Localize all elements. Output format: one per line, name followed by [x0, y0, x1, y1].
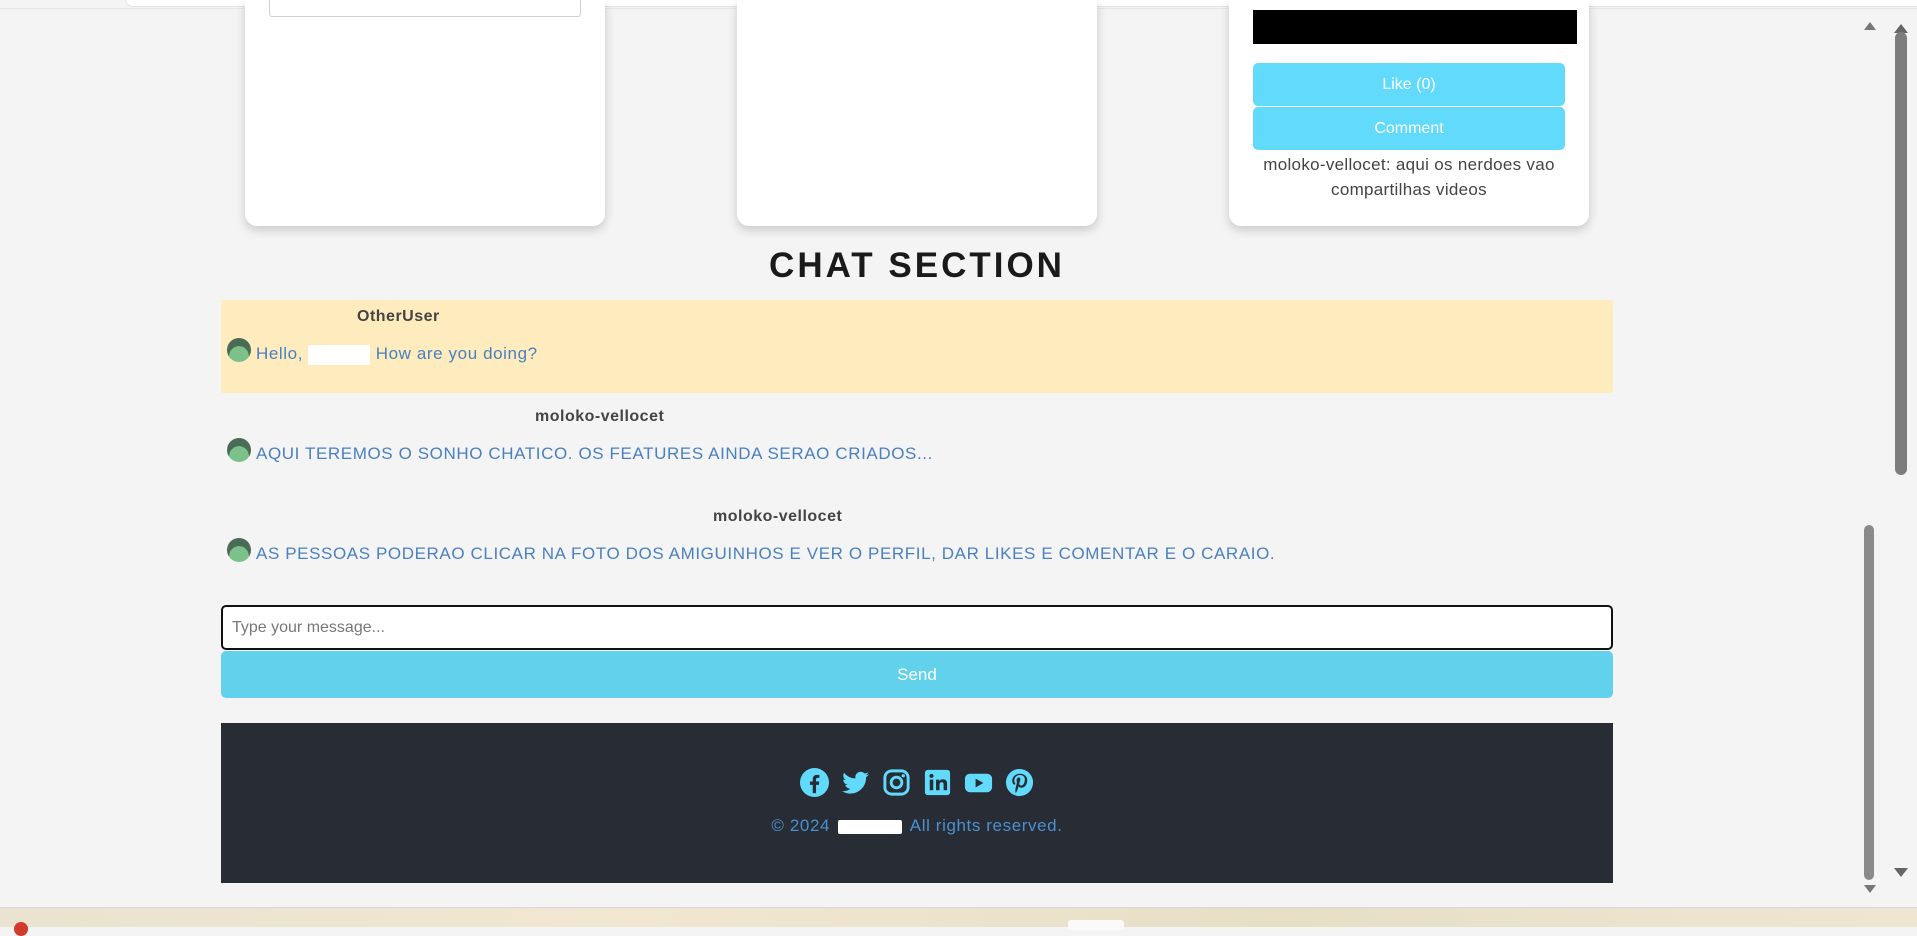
- youtube-icon[interactable]: [963, 767, 994, 798]
- window-scrollbar[interactable]: [1888, 12, 1912, 885]
- page-scrollbar[interactable]: [1858, 12, 1880, 907]
- message-sender: OtherUser: [357, 308, 440, 325]
- video-post-card: Like (0) Comment moloko-vellocet: aqui o…: [1229, 0, 1589, 226]
- message-sender: moloko-vellocet: [713, 508, 843, 525]
- instagram-icon[interactable]: [881, 767, 912, 798]
- avatar[interactable]: [227, 338, 251, 362]
- avatar[interactable]: [227, 438, 251, 462]
- video-player[interactable]: [1253, 10, 1577, 44]
- chat-message-input[interactable]: [221, 605, 1613, 650]
- like-button[interactable]: Like (0): [1253, 63, 1565, 106]
- chat-section-title: CHAT SECTION: [769, 246, 1065, 285]
- window-scrollbar-thumb[interactable]: [1895, 32, 1907, 475]
- notification-dot-icon[interactable]: [14, 922, 28, 936]
- twitter-icon[interactable]: [840, 767, 871, 798]
- message-text-after: How are you doing?: [370, 344, 538, 363]
- site-footer: © 2024 All rights reserved.: [221, 723, 1613, 883]
- pinterest-icon[interactable]: [1004, 767, 1035, 798]
- linkedin-icon[interactable]: [922, 767, 953, 798]
- message-text-before: Hello,: [256, 344, 309, 363]
- copyright-prefix: © 2024: [771, 816, 836, 835]
- post-card-2: [737, 0, 1097, 226]
- send-button[interactable]: Send: [221, 651, 1613, 698]
- post-card-1: [245, 0, 605, 226]
- chat-message: OtherUser Hello, How are you doing?: [221, 300, 1613, 393]
- redacted-site-name: [838, 819, 903, 834]
- message-text: Hello, How are you doing?: [256, 344, 538, 365]
- post-caption: moloko-vellocet: aqui os nerdoes vao com…: [1263, 155, 1555, 199]
- scrollbar-thumb[interactable]: [1864, 525, 1874, 880]
- scroll-down-arrow-icon[interactable]: [1864, 885, 1876, 893]
- chat-message: moloko-vellocet AQUI TEREMOS O SONHO CHA…: [221, 400, 1613, 493]
- facebook-icon[interactable]: [799, 767, 830, 798]
- taskbar-chip[interactable]: [1068, 920, 1124, 930]
- message-text: AS PESSOAS PODERAO CLICAR NA FOTO DOS AM…: [256, 544, 1276, 563]
- page-viewport: Like (0) Comment moloko-vellocet: aqui o…: [0, 0, 1917, 907]
- message-text: AQUI TEREMOS O SONHO CHATICO. OS FEATURE…: [256, 444, 933, 463]
- taskbar-strip: [0, 907, 1917, 936]
- card-input-field[interactable]: [269, 0, 581, 17]
- social-links: [221, 767, 1613, 798]
- avatar[interactable]: [227, 538, 251, 562]
- chat-message: moloko-vellocet AS PESSOAS PODERAO CLICA…: [221, 500, 1613, 593]
- comment-button[interactable]: Comment: [1253, 107, 1565, 150]
- redacted-username: [308, 344, 371, 365]
- window-scroll-down-arrow-icon[interactable]: [1894, 868, 1908, 877]
- scroll-up-arrow-icon[interactable]: [1864, 22, 1876, 30]
- message-sender: moloko-vellocet: [535, 408, 665, 425]
- copyright-suffix: All rights reserved.: [905, 816, 1063, 835]
- copyright-text: © 2024 All rights reserved.: [221, 816, 1613, 836]
